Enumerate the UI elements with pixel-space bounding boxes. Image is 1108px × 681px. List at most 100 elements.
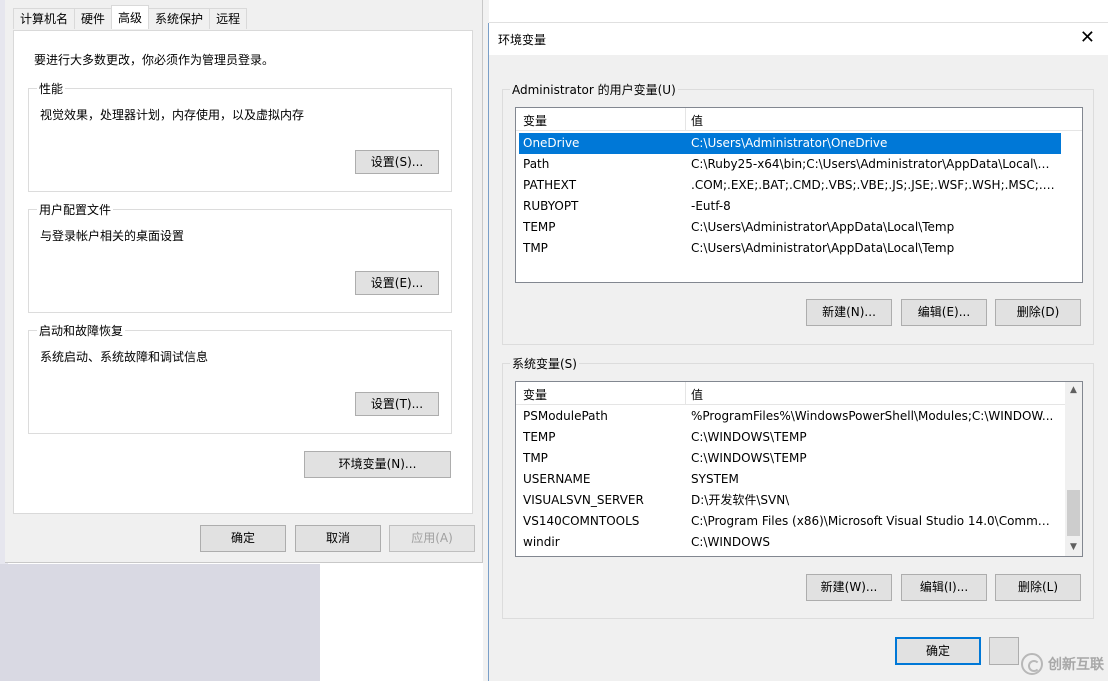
background-under-2 bbox=[320, 564, 488, 681]
header-separator bbox=[685, 108, 686, 130]
system-properties-dialog: 计算机名 硬件 高级 系统保护 远程 要进行大多数更改，你必须作为管理员登录。 … bbox=[5, 0, 483, 563]
row-value: .COM;.EXE;.BAT;.CMD;.VBS;.VBE;.JS;.JSE;.… bbox=[691, 178, 1055, 192]
table-row[interactable]: TEMP C:\Users\Administrator\AppData\Loca… bbox=[519, 217, 1061, 238]
performance-desc: 视觉效果，处理器计划，内存使用，以及虚拟内存 bbox=[40, 108, 305, 122]
row-value: SYSTEM bbox=[691, 472, 739, 486]
performance-settings-button[interactable]: 设置(S)... bbox=[355, 150, 439, 174]
user-profile-desc: 与登录帐户相关的桌面设置 bbox=[40, 229, 185, 243]
background-under bbox=[0, 564, 320, 681]
table-row[interactable]: RUBYOPT -Eutf-8 bbox=[519, 196, 1061, 217]
row-value: C:\Users\Administrator\AppData\Local\Tem… bbox=[691, 241, 955, 255]
scroll-down-icon[interactable]: ▼ bbox=[1065, 539, 1082, 556]
env-ok-button[interactable]: 确定 bbox=[895, 637, 981, 665]
user-edit-button[interactable]: 编辑(E)... bbox=[901, 299, 987, 326]
ok-button[interactable]: 确定 bbox=[200, 525, 286, 552]
row-value: C:\Users\Administrator\AppData\Local\Tem… bbox=[691, 220, 955, 234]
table-row[interactable]: PSModulePath %ProgramFiles%\WindowsPower… bbox=[519, 406, 1061, 427]
scroll-up-icon[interactable]: ▲ bbox=[1065, 382, 1082, 399]
startup-recovery-desc: 系统启动、系统故障和调试信息 bbox=[40, 350, 209, 364]
row-name: TMP bbox=[523, 451, 548, 465]
tab-hardware[interactable]: 硬件 bbox=[74, 8, 113, 29]
header-variable[interactable]: 变量 bbox=[523, 386, 547, 403]
system-edit-button[interactable]: 编辑(I)... bbox=[901, 574, 987, 601]
row-name: PATHEXT bbox=[523, 178, 577, 192]
header-variable[interactable]: 变量 bbox=[523, 112, 547, 129]
user-profile-settings-button[interactable]: 设置(E)... bbox=[355, 271, 439, 295]
environment-variables-button[interactable]: 环境变量(N)... bbox=[304, 451, 451, 478]
user-delete-button[interactable]: 删除(D) bbox=[995, 299, 1081, 326]
row-value: C:\WINDOWS\TEMP bbox=[691, 430, 807, 444]
list-header: 变量 值 bbox=[516, 108, 1082, 131]
apply-button[interactable]: 应用(A) bbox=[389, 525, 475, 552]
row-name: OneDrive bbox=[523, 136, 580, 150]
tab-advanced[interactable]: 高级 bbox=[111, 5, 150, 29]
row-name: windir bbox=[523, 535, 560, 549]
cancel-button[interactable]: 取消 bbox=[295, 525, 381, 552]
row-value: %ProgramFiles%\WindowsPowerShell\Modules… bbox=[691, 409, 1054, 423]
row-value: C:\WINDOWS\TEMP bbox=[691, 451, 807, 465]
tab-system-protection[interactable]: 系统保护 bbox=[148, 8, 211, 29]
row-name: USERNAME bbox=[523, 472, 591, 486]
user-new-button[interactable]: 新建(N)... bbox=[806, 299, 892, 326]
logo-icon bbox=[1021, 653, 1043, 675]
startup-recovery-settings-button[interactable]: 设置(T)... bbox=[355, 392, 439, 416]
close-icon[interactable]: ✕ bbox=[1080, 28, 1095, 48]
table-row[interactable]: OneDrive C:\Users\Administrator\OneDrive bbox=[519, 133, 1061, 154]
tab-strip: 计算机名 硬件 高级 系统保护 远程 bbox=[13, 5, 248, 30]
row-name: PSModulePath bbox=[523, 409, 608, 423]
list-header: 变量 值 bbox=[516, 382, 1082, 405]
table-row[interactable]: USERNAME SYSTEM bbox=[519, 469, 1061, 490]
table-row[interactable]: VISUALSVN_SERVER D:\开发软件\SVN\ bbox=[519, 490, 1061, 511]
table-row[interactable]: Path C:\Ruby25-x64\bin;C:\Users\Administ… bbox=[519, 154, 1061, 175]
row-value: C:\Users\Administrator\OneDrive bbox=[691, 136, 888, 150]
header-value[interactable]: 值 bbox=[691, 386, 703, 403]
row-value: C:\Ruby25-x64\bin;C:\Users\Administrator… bbox=[691, 157, 1055, 171]
table-row[interactable]: TMP C:\Users\Administrator\AppData\Local… bbox=[519, 238, 1061, 259]
system-new-button[interactable]: 新建(W)... bbox=[806, 574, 892, 601]
watermark-text: 创新互联 bbox=[1048, 657, 1104, 673]
user-variables-title: Administrator 的用户变量(U) bbox=[510, 81, 678, 98]
environment-variables-dialog: 环境变量 ✕ Administrator 的用户变量(U) 变量 值 OneDr… bbox=[488, 23, 1108, 681]
system-variables-title: 系统变量(S) bbox=[510, 355, 579, 372]
row-name: TEMP bbox=[523, 430, 556, 444]
row-name: VISUALSVN_SERVER bbox=[523, 493, 644, 507]
startup-recovery-group: 启动和故障恢复 系统启动、系统故障和调试信息 设置(T)... bbox=[28, 322, 452, 434]
tab-computer-name[interactable]: 计算机名 bbox=[13, 8, 76, 29]
system-delete-button[interactable]: 删除(L) bbox=[995, 574, 1081, 601]
user-variables-group: Administrator 的用户变量(U) 变量 值 OneDrive C:\… bbox=[502, 81, 1094, 345]
vertical-scrollbar[interactable]: ▲ ▼ bbox=[1065, 382, 1082, 556]
row-value: C:\WINDOWS bbox=[691, 535, 771, 549]
background-top-right bbox=[489, 0, 1108, 23]
performance-group: 性能 视觉效果，处理器计划，内存使用，以及虚拟内存 设置(S)... bbox=[28, 80, 452, 192]
performance-title: 性能 bbox=[37, 80, 66, 97]
system-variables-group: 系统变量(S) 变量 值 PSModulePath %ProgramFiles%… bbox=[502, 355, 1094, 619]
row-name: RUBYOPT bbox=[523, 199, 579, 213]
user-profile-group: 用户配置文件 与登录帐户相关的桌面设置 设置(E)... bbox=[28, 201, 452, 313]
row-name: TEMP bbox=[523, 220, 556, 234]
row-value: -Eutf-8 bbox=[691, 199, 731, 213]
user-profile-title: 用户配置文件 bbox=[37, 201, 114, 218]
row-name: VS140COMNTOOLS bbox=[523, 514, 640, 528]
header-value[interactable]: 值 bbox=[691, 112, 703, 129]
dialog-title: 环境变量 bbox=[498, 33, 547, 47]
row-name: Path bbox=[523, 157, 550, 171]
admin-note: 要进行大多数更改，你必须作为管理员登录。 bbox=[34, 53, 275, 67]
startup-recovery-title: 启动和故障恢复 bbox=[37, 322, 126, 339]
row-name: TMP bbox=[523, 241, 548, 255]
table-row[interactable]: PATHEXT .COM;.EXE;.BAT;.CMD;.VBS;.VBE;.J… bbox=[519, 175, 1061, 196]
user-variables-list[interactable]: 变量 值 OneDrive C:\Users\Administrator\One… bbox=[515, 107, 1083, 283]
row-value: D:\开发软件\SVN\ bbox=[691, 493, 790, 507]
header-separator bbox=[685, 382, 686, 404]
scroll-thumb[interactable] bbox=[1067, 490, 1080, 536]
table-row[interactable]: TMP C:\WINDOWS\TEMP bbox=[519, 448, 1061, 469]
tab-remote[interactable]: 远程 bbox=[209, 8, 248, 29]
table-row[interactable]: TEMP C:\WINDOWS\TEMP bbox=[519, 427, 1061, 448]
env-cancel-button-partial[interactable] bbox=[989, 637, 1019, 665]
row-value: C:\Program Files (x86)\Microsoft Visual … bbox=[691, 514, 1055, 528]
system-variables-list[interactable]: 变量 值 PSModulePath %ProgramFiles%\Windows… bbox=[515, 381, 1083, 557]
table-row[interactable]: VS140COMNTOOLS C:\Program Files (x86)\Mi… bbox=[519, 511, 1061, 532]
title-bar: 环境变量 ✕ bbox=[489, 23, 1108, 55]
table-row[interactable]: windir C:\WINDOWS bbox=[519, 532, 1061, 553]
watermark: 创新互联 bbox=[1021, 653, 1104, 675]
advanced-tab-page: 要进行大多数更改，你必须作为管理员登录。 性能 视觉效果，处理器计划，内存使用，… bbox=[13, 30, 473, 514]
